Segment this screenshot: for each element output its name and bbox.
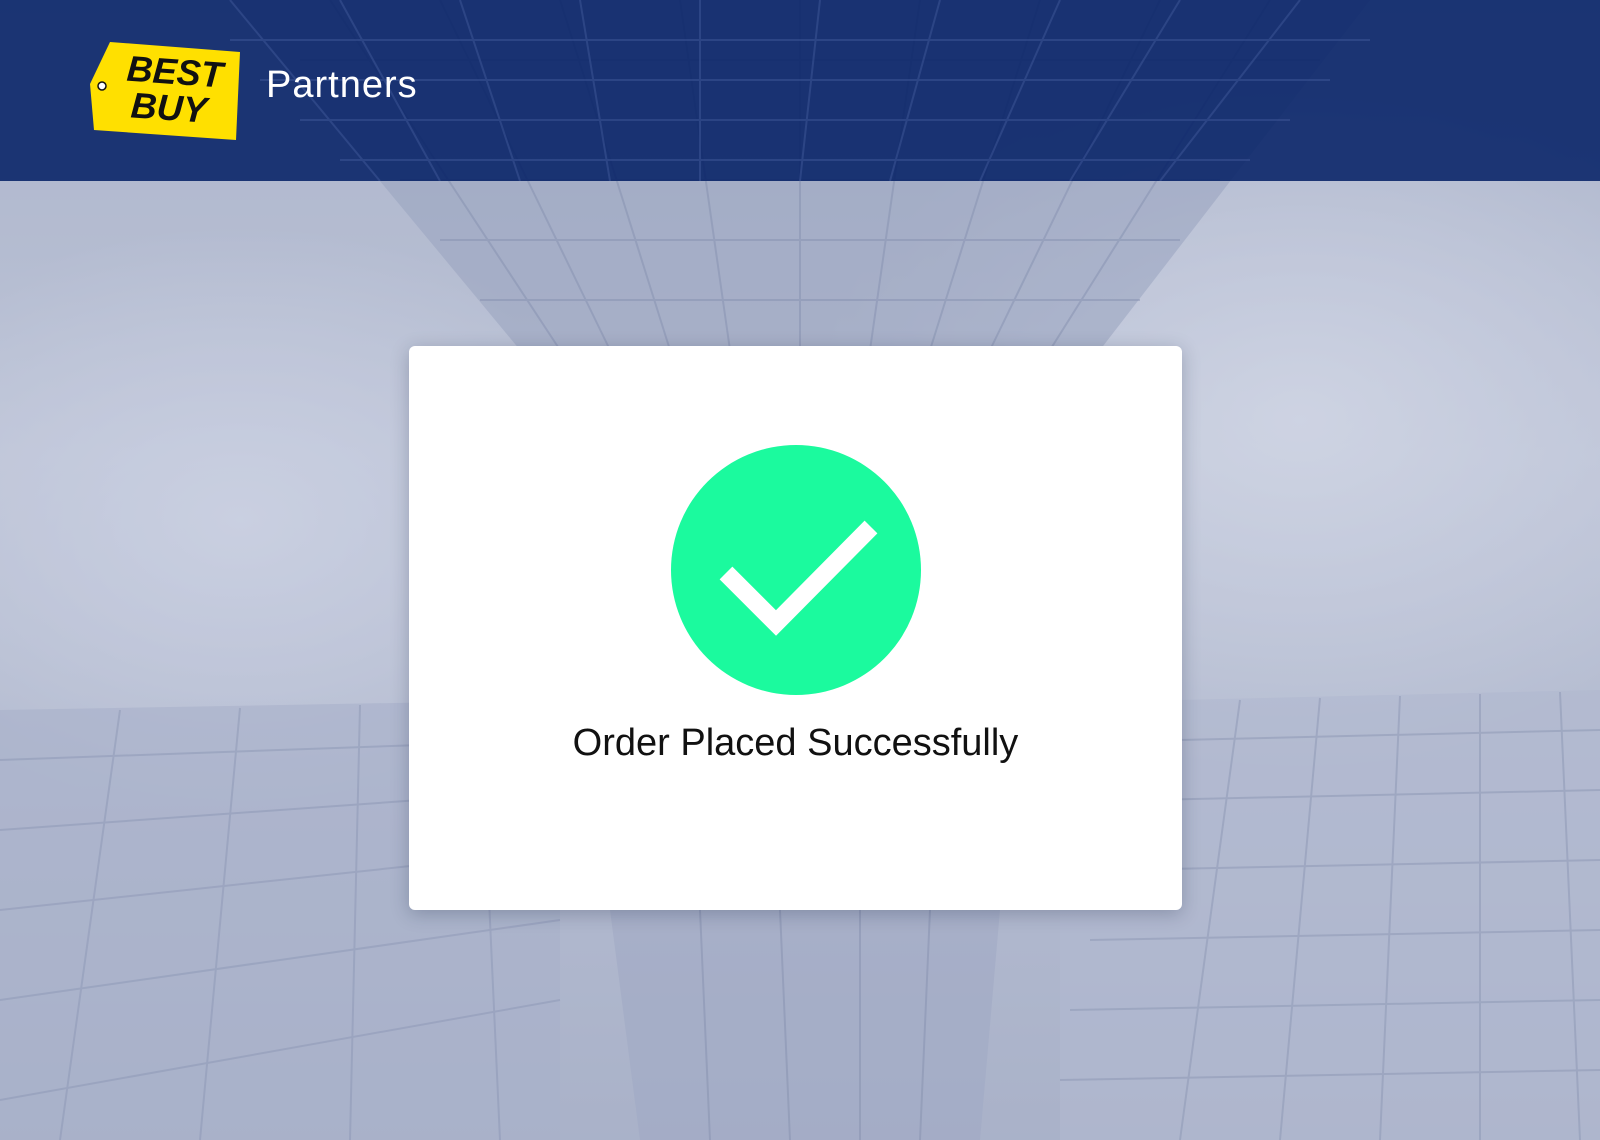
logo-text-line2: BUY	[130, 84, 212, 130]
success-dialog: Order Placed Successfully	[409, 346, 1182, 910]
success-message: Order Placed Successfully	[572, 722, 1019, 764]
checkmark-circle-icon	[671, 445, 921, 695]
bestbuy-logo[interactable]: BEST BUY	[90, 38, 242, 142]
header-bar: BEST BUY Partners	[0, 0, 1600, 181]
header-title: Partners	[266, 64, 418, 106]
